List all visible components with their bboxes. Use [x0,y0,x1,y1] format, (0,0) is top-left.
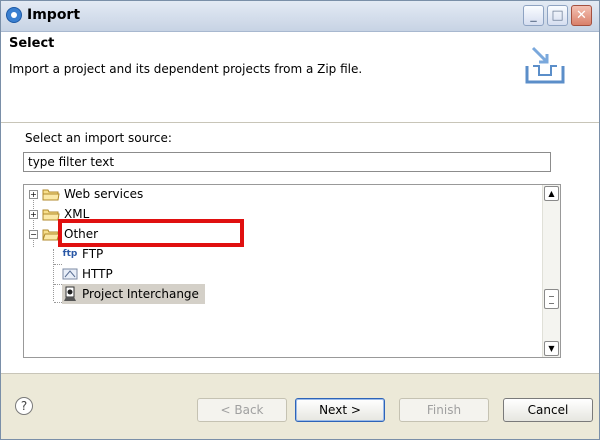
tree-item-project-interchange[interactable]: Project Interchange [62,284,205,304]
page-title: Select [9,36,55,51]
wizard-body: Select an import source: + Web services … [1,123,599,373]
close-button[interactable]: ✕ [571,5,592,26]
collapse-icon[interactable]: − [29,229,38,239]
next-button[interactable]: Next > [295,398,385,422]
folder-icon [42,189,60,200]
minimize-button[interactable]: _ [523,5,544,26]
eclipse-icon [6,7,22,23]
wizard-header: Select Import a project and its dependen… [1,32,599,123]
page-description: Import a project and its dependent proje… [9,62,363,76]
import-wizard-icon [525,46,565,84]
expand-icon[interactable]: + [29,209,38,219]
http-icon [62,268,78,280]
button-bar: ? < Back Next > Finish Cancel [1,373,599,439]
tree-item-label: Project Interchange [82,287,199,301]
filter-input[interactable] [23,152,551,172]
tree-scrollbar[interactable]: ▲ ▼ [542,185,560,357]
project-interchange-icon [64,286,76,301]
title-bar: Import _ □ ✕ [1,1,599,32]
scroll-thumb[interactable] [544,289,559,309]
import-source-tree[interactable]: + Web services + XML − Other ftp FTP HTT… [23,184,561,358]
expand-icon[interactable]: + [29,189,38,199]
window-title: Import [27,7,81,23]
scroll-down-button[interactable]: ▼ [544,341,559,356]
highlight-annotation [58,219,244,247]
scroll-up-button[interactable]: ▲ [544,186,559,201]
tree-item-label: HTTP [82,267,113,281]
import-source-label: Select an import source: [25,131,172,145]
maximize-button[interactable]: □ [547,5,568,26]
tree-item-label: FTP [82,247,104,261]
help-icon[interactable]: ? [15,397,33,415]
finish-button[interactable]: Finish [399,398,489,422]
import-dialog: Import _ □ ✕ Select Import a project and… [0,0,600,440]
tree-item-label: Web services [64,187,144,201]
tree-item-web-services[interactable]: + Web services [29,185,144,204]
tree-item-ftp[interactable]: ftp FTP [62,244,104,264]
ftp-icon: ftp [62,249,78,259]
back-button[interactable]: < Back [197,398,287,422]
cancel-button[interactable]: Cancel [503,398,593,422]
tree-item-http[interactable]: HTTP [62,264,113,284]
